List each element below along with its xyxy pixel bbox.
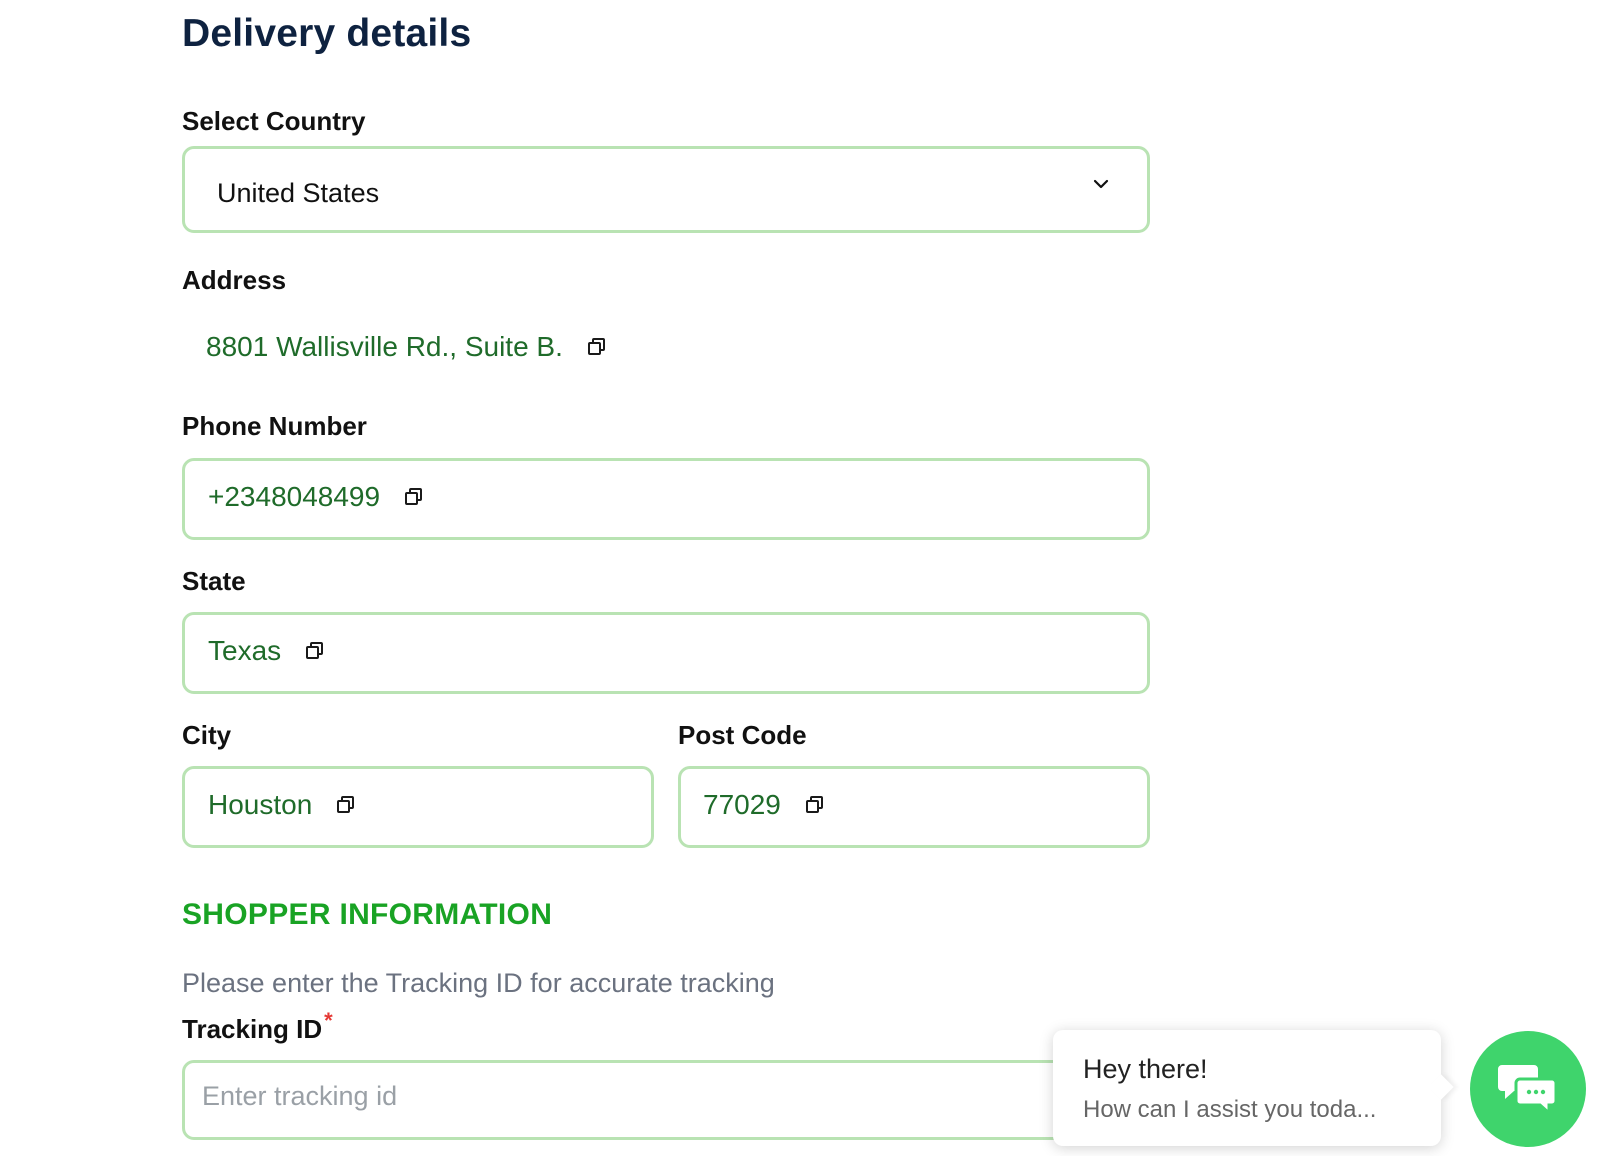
address-text: 8801 Wallisville Rd., Suite B. xyxy=(206,331,563,362)
shopper-section-heading: SHOPPER INFORMATION xyxy=(182,898,553,931)
country-selected-value: United States xyxy=(217,178,380,208)
phone-text: +2348048499 xyxy=(208,481,381,512)
state-label: State xyxy=(182,566,246,596)
tracking-id-label-text: Tracking ID xyxy=(182,1014,323,1044)
tracking-id-placeholder: Enter tracking id xyxy=(202,1081,398,1111)
copy-icon[interactable] xyxy=(805,795,825,815)
phone-label: Phone Number xyxy=(182,411,367,441)
copy-icon[interactable] xyxy=(336,795,356,815)
chat-launcher-button[interactable] xyxy=(1470,1031,1586,1147)
address-label: Address xyxy=(182,265,287,295)
copy-icon[interactable] xyxy=(305,641,325,661)
page-title: Delivery details xyxy=(182,12,472,55)
copy-icon[interactable] xyxy=(587,337,607,357)
state-text: Texas xyxy=(208,635,282,666)
post-code-value: 77029 xyxy=(703,789,825,821)
tracking-id-label: Tracking ID* xyxy=(182,1008,333,1045)
tracking-helper-text: Please enter the Tracking ID for accurat… xyxy=(182,968,775,998)
chat-bubble-tail xyxy=(1428,1074,1454,1100)
city-label: City xyxy=(182,720,232,750)
chat-greeting: Hey there! xyxy=(1083,1054,1208,1084)
chat-question: How can I assist you toda... xyxy=(1083,1096,1377,1123)
city-text: Houston xyxy=(208,789,313,820)
chat-bubbles-icon xyxy=(1498,1065,1558,1117)
phone-value: +2348048499 xyxy=(208,481,424,513)
required-marker: * xyxy=(324,1008,333,1033)
address-value: 8801 Wallisville Rd., Suite B. xyxy=(206,331,607,363)
chat-greeting-bubble[interactable]: Hey there! How can I assist you toda... xyxy=(1053,1030,1454,1146)
post-code-text: 77029 xyxy=(703,789,781,820)
chevron-down-icon[interactable] xyxy=(1093,176,1109,192)
post-code-label: Post Code xyxy=(678,720,807,750)
state-field[interactable] xyxy=(182,612,1150,694)
country-label: Select Country xyxy=(182,106,366,136)
copy-icon[interactable] xyxy=(404,487,424,507)
state-value: Texas xyxy=(208,635,325,667)
city-value: Houston xyxy=(208,789,356,821)
